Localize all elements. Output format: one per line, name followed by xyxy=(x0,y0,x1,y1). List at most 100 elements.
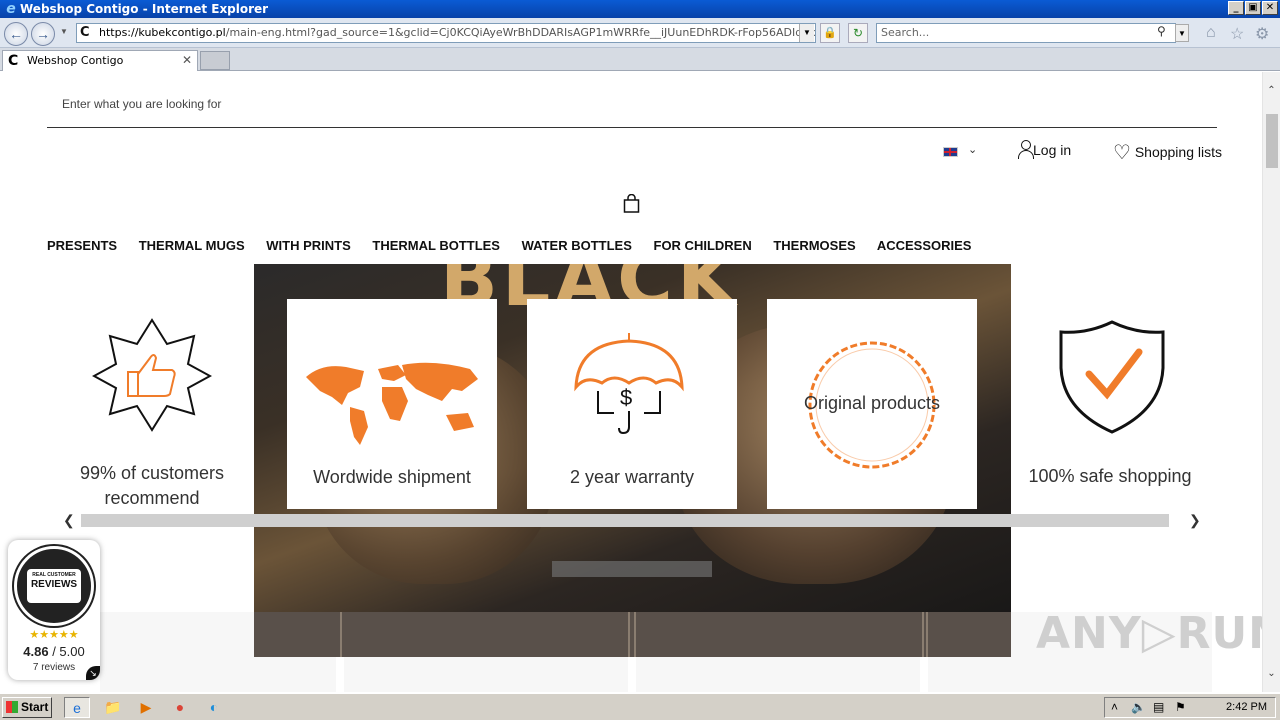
site-favicon-icon: C xyxy=(80,25,90,40)
features-slider-scrollbar[interactable]: ❮ ❯ xyxy=(47,513,1217,528)
feature-recommend-label: 99% of customers recommend xyxy=(79,463,225,508)
reviews-seal: REAL CUSTOMER REVIEWS xyxy=(14,546,94,626)
browser-toolbar: ← → ▼ C https://kubekcontigo.pl/main-eng… xyxy=(0,18,1280,48)
back-arrow-icon: ← xyxy=(9,26,23,42)
browser-search-input[interactable]: Search... xyxy=(876,23,1176,43)
slider-track[interactable] xyxy=(81,514,1169,527)
favorites-star-icon[interactable]: ☆ xyxy=(1230,24,1244,44)
lock-icon[interactable]: 🔒 xyxy=(820,23,840,43)
restore-button[interactable]: ▣ xyxy=(1245,1,1261,15)
home-icon[interactable]: ⌂ xyxy=(1206,24,1216,42)
feature-shipment-label: Wordwide shipment xyxy=(313,467,471,487)
url-path: /main-eng.html?gad_source=1&gclid=Cj0KCQ… xyxy=(225,26,815,39)
taskbar-internet-explorer-icon[interactable]: e xyxy=(64,697,90,718)
shop-search-input[interactable]: Enter what you are looking for xyxy=(47,90,1217,128)
flag-icon[interactable]: ⚑ xyxy=(1175,698,1186,717)
reviews-badge[interactable]: REAL CUSTOMER REVIEWS ★★★★★ 4.86 / 5.00 … xyxy=(8,540,100,680)
shopping-bag-icon[interactable] xyxy=(623,194,640,213)
taskbar-folder-icon[interactable]: 📁 xyxy=(100,697,126,718)
window-title: Webshop Contigo - Internet Explorer xyxy=(20,2,269,16)
tray-expand-icon[interactable]: ˄ xyxy=(1111,698,1118,717)
chevron-down-icon[interactable]: ⌄ xyxy=(968,143,977,156)
shield-check-icon xyxy=(1059,320,1165,434)
system-tray: ˄ 🔈 ▤ ⚑ 2:42 PM xyxy=(1104,697,1276,718)
rating-value: 4.86 xyxy=(23,644,49,659)
nav-item-water-bottles[interactable]: WATER BOTTLES xyxy=(522,238,632,253)
nav-item-presents[interactable]: PRESENTS xyxy=(47,238,117,253)
reviews-seal-subtitle: REAL CUSTOMER xyxy=(32,572,76,578)
reviews-seal-inner: REAL CUSTOMER REVIEWS xyxy=(27,569,81,603)
shopping-lists-label: Shopping lists xyxy=(1134,144,1222,160)
thumbs-up-icon xyxy=(91,318,213,432)
rating-stars: ★★★★★ xyxy=(29,629,79,641)
feature-recommend-icon-wrap xyxy=(47,314,257,432)
windows-logo-icon xyxy=(6,701,18,713)
address-bar[interactable]: C https://kubekcontigo.pl/main-eng.html?… xyxy=(76,23,816,43)
chevron-right-icon[interactable]: ❯ xyxy=(1189,513,1201,528)
network-icon[interactable]: ▤ xyxy=(1153,698,1164,717)
nav-item-for-children[interactable]: FOR CHILDREN xyxy=(654,238,752,253)
scroll-down-icon[interactable]: ⌄ xyxy=(1263,665,1280,682)
chevron-left-icon[interactable]: ❮ xyxy=(63,513,75,528)
shopping-lists-link[interactable]: ♡ Shopping lists xyxy=(1113,140,1222,165)
close-window-button[interactable]: ✕ xyxy=(1262,1,1278,15)
login-link[interactable]: Log in xyxy=(1017,140,1071,162)
umbrella-dollar-icon: $ xyxy=(574,333,684,435)
login-label: Log in xyxy=(1033,142,1072,158)
taskbar-edge-icon[interactable]: ◐ xyxy=(201,697,227,718)
forward-button[interactable]: → xyxy=(31,22,55,46)
site-favicon-icon: C xyxy=(8,53,19,69)
address-dropdown-icon[interactable]: ▼ xyxy=(799,24,814,42)
world-map-icon xyxy=(306,362,478,445)
feature-card-shipment: Wordwide shipment xyxy=(287,299,497,509)
svg-text:$: $ xyxy=(620,385,632,410)
refresh-icon[interactable]: ↻ xyxy=(848,23,868,43)
nav-item-thermoses[interactable]: THERMOSES xyxy=(773,238,855,253)
webpage: Enter what you are looking for ⌄ Log in … xyxy=(0,72,1262,692)
feature-safe-label: 100% safe shopping xyxy=(1028,466,1192,486)
nav-item-accessories[interactable]: ACCESSORIES xyxy=(877,238,972,253)
start-label: Start xyxy=(21,700,49,714)
tab-bar: C Webshop Contigo ✕ xyxy=(0,48,1280,71)
nav-item-thermal-mugs[interactable]: THERMAL MUGS xyxy=(139,238,245,253)
hero-thumbnail-strip xyxy=(254,612,1011,657)
feature-card-original: Original products xyxy=(767,299,977,509)
reviews-seal-title: REVIEWS xyxy=(30,579,78,590)
nav-item-thermal-bottles[interactable]: THERMAL BOTTLES xyxy=(372,238,500,253)
search-dropdown-icon[interactable]: ▼ xyxy=(1175,24,1189,42)
feature-original-label: Original products xyxy=(803,393,941,413)
search-icon[interactable]: ⚲ xyxy=(1157,24,1166,38)
new-tab-button[interactable] xyxy=(200,51,230,70)
start-button[interactable]: Start xyxy=(2,697,52,718)
windows-taskbar: Start e 📁 ▶ ● ◐ ˄ 🔈 ▤ ⚑ 2:42 PM xyxy=(0,693,1280,720)
heart-icon: ♡ xyxy=(1113,142,1131,164)
history-dropdown-icon[interactable]: ▼ xyxy=(60,27,68,36)
page-vertical-scrollbar[interactable]: ⌃ ⌄ xyxy=(1262,72,1280,692)
feature-card-warranty: $ 2 year warranty xyxy=(527,299,737,509)
rating-score: 4.86 / 5.00 xyxy=(8,644,100,659)
hero-button[interactable] xyxy=(552,561,712,577)
nav-item-with-prints[interactable]: WITH PRINTS xyxy=(266,238,351,253)
internet-explorer-icon: e xyxy=(6,1,16,17)
feature-safe-icon-wrap xyxy=(1007,318,1217,436)
taskbar-media-player-icon[interactable]: ▶ xyxy=(133,697,159,718)
main-navigation: PRESENTS THERMAL MUGS WITH PRINTS THERMA… xyxy=(47,238,989,258)
minimize-button[interactable]: _ xyxy=(1228,1,1244,15)
user-icon xyxy=(1017,140,1034,159)
close-tab-icon[interactable]: ✕ xyxy=(182,51,192,70)
back-button[interactable]: ← xyxy=(4,22,28,46)
feature-warranty-label: 2 year warranty xyxy=(569,467,695,487)
tab-webshop-contigo[interactable]: C Webshop Contigo ✕ xyxy=(2,50,198,71)
forward-arrow-icon: → xyxy=(36,26,50,42)
uk-flag-icon[interactable] xyxy=(943,147,958,157)
url-domain: https://kubekcontigo.pl xyxy=(99,26,226,39)
rating-max: / 5.00 xyxy=(52,644,85,659)
gear-icon[interactable]: ⚙ xyxy=(1255,24,1269,44)
clock: 2:42 PM xyxy=(1226,701,1267,713)
anyrun-watermark: ANY▷RUN xyxy=(1036,608,1262,659)
scroll-thumb[interactable] xyxy=(1266,114,1278,168)
volume-icon[interactable]: 🔈 xyxy=(1131,698,1146,717)
taskbar-chrome-icon[interactable]: ● xyxy=(167,697,193,718)
tab-title: Webshop Contigo xyxy=(27,54,124,67)
scroll-up-icon[interactable]: ⌃ xyxy=(1263,82,1280,99)
